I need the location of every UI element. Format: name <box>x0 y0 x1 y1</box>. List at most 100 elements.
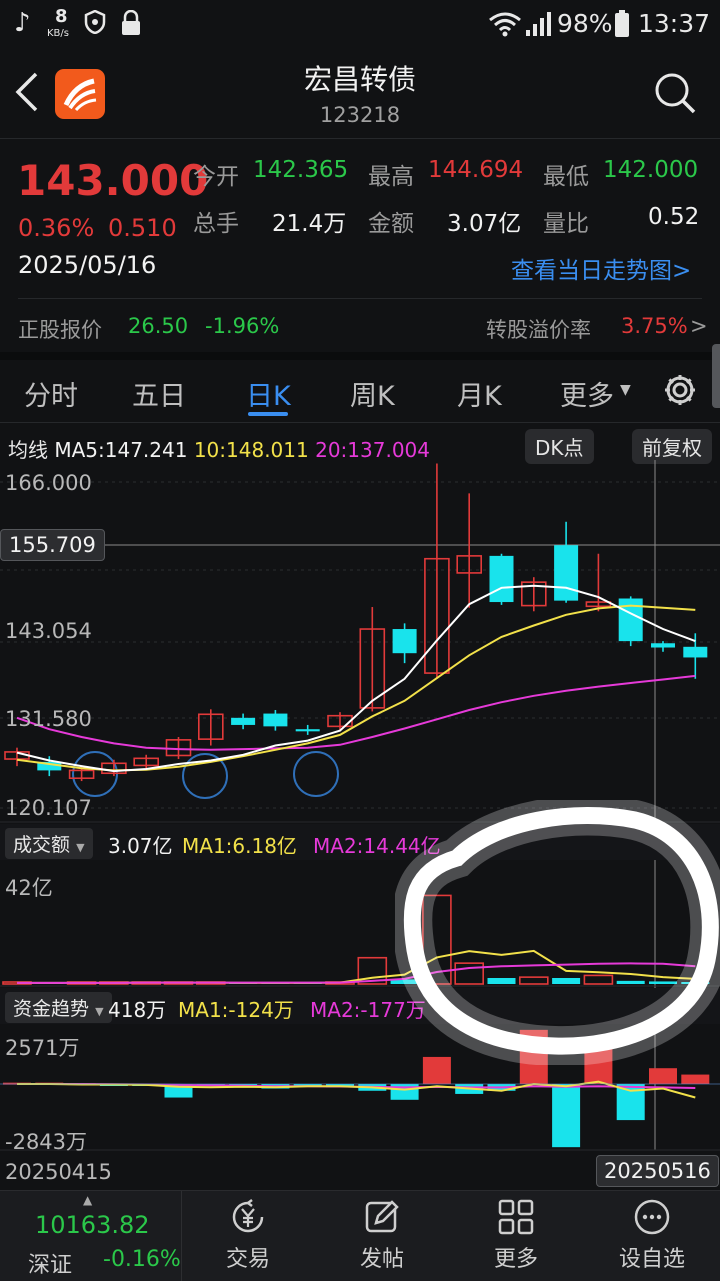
open-value: 142.365 <box>253 157 349 183</box>
clock: 13:37 <box>638 9 711 38</box>
bond-code: 123218 <box>319 103 401 127</box>
intraday-chart-link[interactable]: 查看当日走势图> <box>511 251 691 285</box>
volume-label: 总手 <box>193 211 239 237</box>
tab-five-day[interactable]: 五日 <box>132 374 186 413</box>
change-percent: 0.36% <box>18 214 95 242</box>
shield-icon <box>84 9 106 35</box>
date-axis-end: 20250516 <box>596 1155 719 1187</box>
fund-indicator-select[interactable]: 资金趋势 ▼ <box>5 992 112 1023</box>
candle-body <box>651 643 675 648</box>
candle-body <box>263 713 288 727</box>
index-change: -0.16% <box>103 1247 181 1272</box>
ma-legend: 均线 MA5:147.241 10:148.011 20:137.004 <box>8 434 430 463</box>
low-value: 142.000 <box>603 157 699 183</box>
lock-icon <box>120 9 142 36</box>
amount-label: 金额 <box>368 211 414 237</box>
high-value: 144.694 <box>428 157 524 183</box>
ma20-value: 20:137.004 <box>315 438 430 462</box>
volume-ratio-value: 0.52 <box>648 204 700 230</box>
date-axis-start: 20250415 <box>5 1160 112 1184</box>
tab-monthly-k[interactable]: 月K <box>457 374 502 413</box>
section-gap <box>0 352 720 360</box>
period-tabs: 分时 五日 日K 周K 月K 更多 ▼ <box>0 360 720 420</box>
ma5-value: MA5:147.241 <box>54 438 188 462</box>
fund-bar <box>649 1068 677 1084</box>
turnover-value: 3.07亿 <box>108 834 173 858</box>
fund-axis-bottom: -2843万 <box>5 1130 88 1154</box>
dropdown-arrow-icon[interactable]: ▼ <box>620 382 631 398</box>
nav-add-watchlist[interactable]: 设自选 <box>592 1197 712 1273</box>
crosshair-price-label: 155.709 <box>0 529 105 561</box>
page-title: 宏昌转债 <box>303 63 416 96</box>
signal-icon <box>524 10 552 38</box>
candle-body <box>392 629 417 654</box>
amount-value: 3.07亿 <box>447 211 522 237</box>
network-speed-value: 8 <box>55 6 68 27</box>
turnover-label: 成交额 <box>13 834 71 856</box>
event-marker-icon <box>293 751 339 797</box>
post-edit-icon <box>365 1200 399 1233</box>
nav-divider <box>181 1191 182 1281</box>
collapse-arrow-icon[interactable]: ▲ <box>83 1193 92 1207</box>
more-grid-icon <box>498 1199 534 1235</box>
nav-trade[interactable]: 交易 <box>188 1197 308 1273</box>
ma20-line <box>16 674 696 751</box>
premium-value[interactable]: 3.75% <box>621 314 688 338</box>
status-bar: ♪ 8 KB/s 98% 13:37 <box>0 0 720 50</box>
candle-body <box>554 545 579 601</box>
fund-value: 418万 <box>108 998 167 1022</box>
search-icon[interactable] <box>652 70 698 116</box>
tab-weekly-k[interactable]: 周K <box>350 374 395 413</box>
quote-divider <box>18 298 702 299</box>
battery-percent: 98% <box>557 9 613 38</box>
header: 宏昌转债 123218 <box>0 50 720 138</box>
header-divider <box>0 138 720 139</box>
tabs-divider <box>0 422 720 423</box>
add-watchlist-icon <box>634 1199 670 1235</box>
fund-bar <box>552 1084 581 1148</box>
dk-point-button[interactable]: DK点 <box>525 429 594 464</box>
price-axis-bottom: 120.107 <box>5 796 92 820</box>
fund-label: 资金趋势 <box>13 998 90 1020</box>
price-axis-low: 131.580 <box>5 707 92 731</box>
nav-more-label: 更多 <box>493 1247 538 1272</box>
index-value[interactable]: 10163.82 <box>35 1211 150 1239</box>
adjust-mode-button[interactable]: 前复权 <box>632 429 712 464</box>
premium-label: 转股溢价率 <box>486 318 591 342</box>
volume-ratio-label: 量比 <box>543 211 589 237</box>
candle-body <box>683 646 708 658</box>
stock-change-value: -1.96% <box>205 314 280 338</box>
nav-add-watchlist-label: 设自选 <box>618 1247 685 1272</box>
settings-gear-icon[interactable] <box>662 372 698 408</box>
indicator-dropdown-icon: ▼ <box>76 841 85 854</box>
candle-body <box>295 729 320 732</box>
price-axis-top: 166.000 <box>5 471 92 495</box>
price-axis-mid: 143.054 <box>5 619 92 643</box>
music-icon: ♪ <box>14 8 31 38</box>
turnover-ma1: MA1:6.18亿 <box>182 834 297 858</box>
premium-arrow-icon[interactable]: > <box>690 314 708 338</box>
last-price: 143.000 <box>17 156 209 205</box>
bottom-nav: ▲ 10163.82 深证 -0.16% 交易 发帖 更多 设自选 <box>0 1190 720 1281</box>
nav-more[interactable]: 更多 <box>456 1197 576 1273</box>
nav-post[interactable]: 发帖 <box>322 1197 442 1273</box>
tab-more[interactable]: 更多 <box>560 374 614 413</box>
turnover-indicator-select[interactable]: 成交额 ▼ <box>5 828 93 859</box>
tab-intraday[interactable]: 分时 <box>24 374 78 413</box>
stock-price-value[interactable]: 26.50 <box>128 314 188 338</box>
open-label: 今开 <box>193 164 239 190</box>
annotation-circle <box>395 800 720 1065</box>
tab-daily-k[interactable]: 日K <box>246 374 291 413</box>
nav-trade-label: 交易 <box>225 1247 270 1272</box>
active-tab-indicator <box>248 412 288 416</box>
battery-icon <box>614 10 630 38</box>
candle-body <box>231 717 256 725</box>
stock-price-label: 正股报价 <box>18 318 102 342</box>
network-speed-unit: KB/s <box>47 28 69 39</box>
index-name: 深证 <box>28 1253 73 1278</box>
quote-date: 2025/05/16 <box>18 251 157 279</box>
trade-yen-icon <box>232 1199 264 1233</box>
nav-post-label: 发帖 <box>359 1247 404 1272</box>
ma-label: 均线 <box>8 438 48 462</box>
change-amount: 0.510 <box>108 214 177 242</box>
